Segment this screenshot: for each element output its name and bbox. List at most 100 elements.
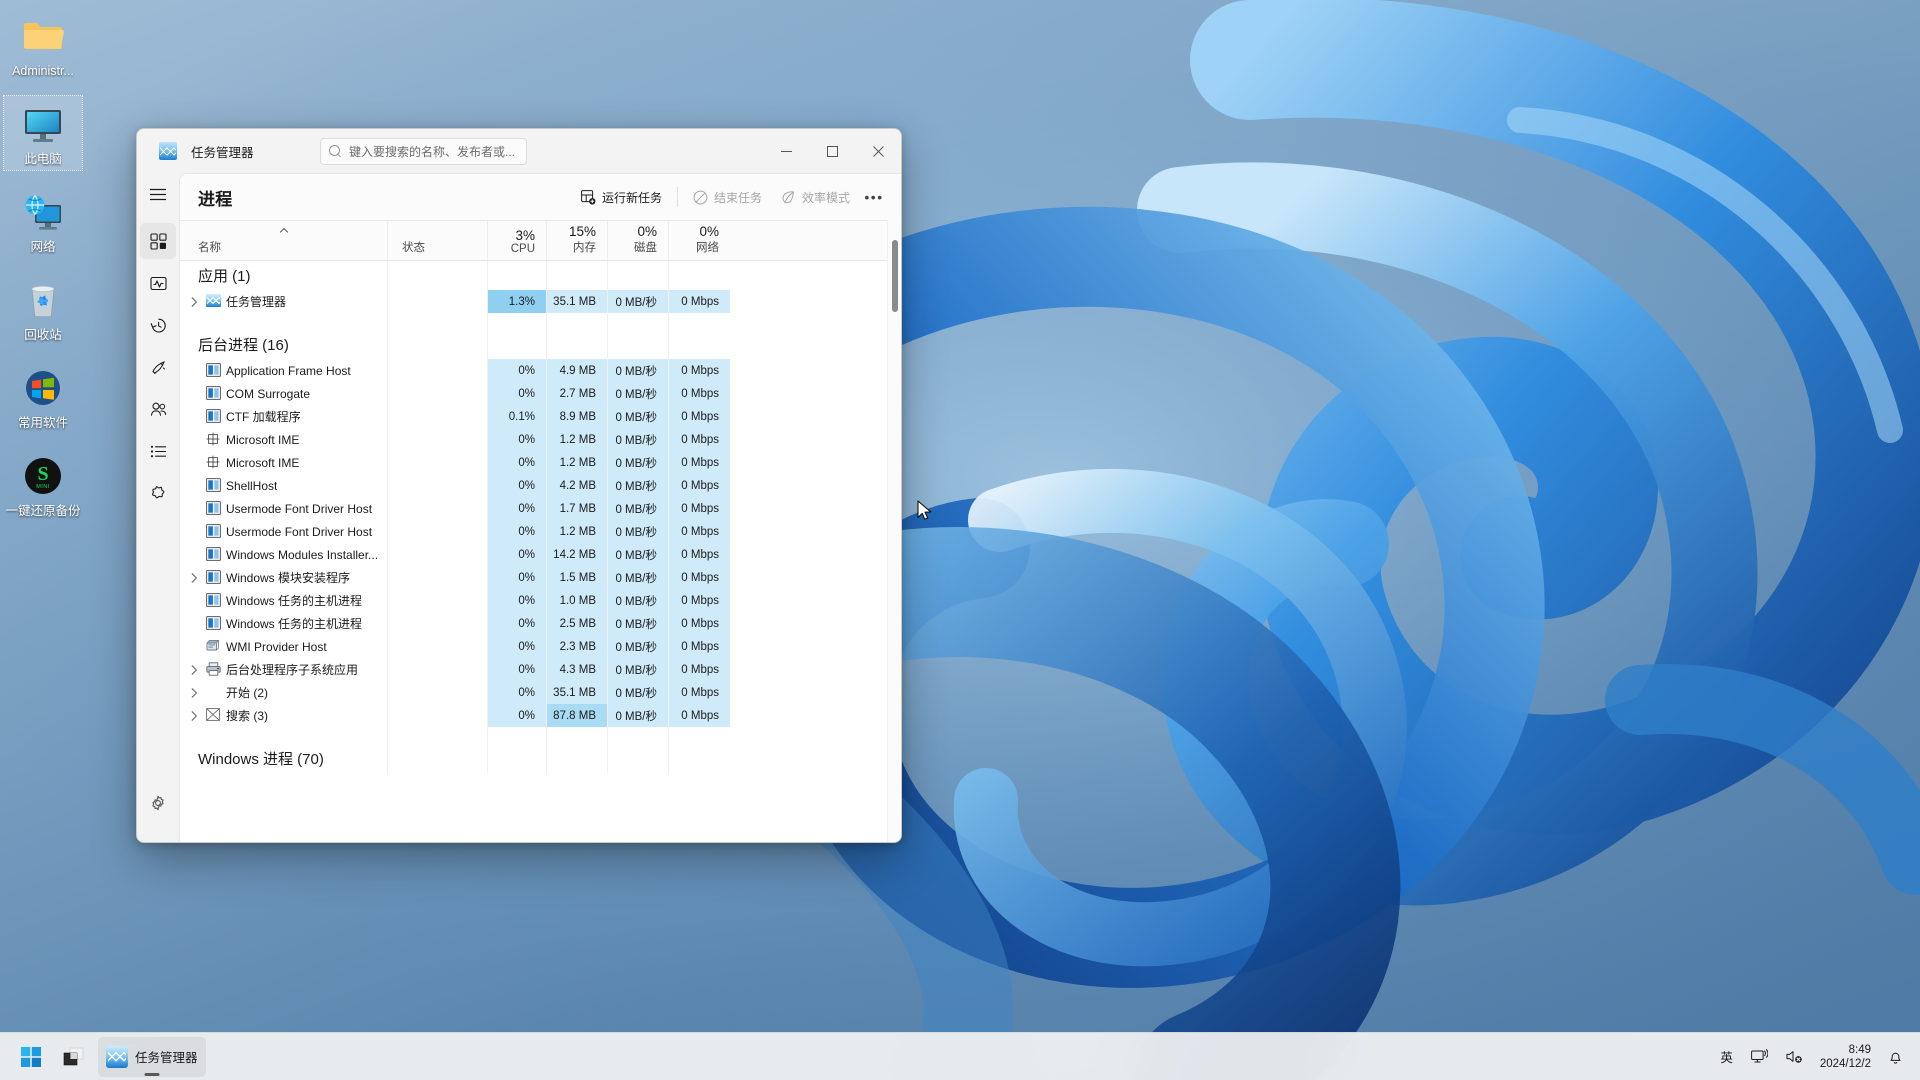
sidebar-item-menu[interactable] (140, 176, 176, 212)
process-memory-cell: 35.1 MB (547, 290, 608, 313)
desktop-icon-common-software[interactable]: 常用软件 (4, 360, 82, 434)
taskbar-clock[interactable]: 8:49 2024/12/2 (1814, 1043, 1877, 1071)
process-disk-cell: 0 MB/秒 (608, 635, 669, 658)
network-tray-icon[interactable] (1744, 1039, 1775, 1075)
column-header-status[interactable]: 状态 (388, 221, 488, 260)
expand-chevron-icon[interactable] (188, 710, 201, 721)
table-row[interactable]: Windows 任务的主机进程 0% 2.5 MB 0 MB/秒 0 Mbps (180, 612, 887, 635)
table-row[interactable]: Windows 任务的主机进程 0% 1.0 MB 0 MB/秒 0 Mbps (180, 589, 887, 612)
task-manager-window[interactable]: 任务管理器 键入要搜索的名称、发布者或... 进程 运行新任务 结束任务 效率模… (136, 128, 902, 843)
desktop-icon-one-key-restore[interactable]: S MINI 一键还原备份 (4, 448, 82, 522)
leaf-icon (782, 190, 794, 203)
column-header-name[interactable]: 名称 (180, 221, 388, 260)
sidebar-item-startup-apps[interactable] (140, 349, 176, 385)
process-name-label: Windows 任务的主机进程 (226, 617, 363, 631)
efficiency-mode-button[interactable]: 效率模式 (771, 182, 859, 212)
spacer-cell-disk (608, 313, 669, 330)
network-total-percent: 0% (699, 224, 719, 239)
sidebar-item-details[interactable] (140, 433, 176, 469)
process-network-cell: 0 Mbps (669, 382, 730, 405)
taskbar-task-view-button[interactable] (54, 1037, 94, 1077)
process-name-cell: Usermode Font Driver Host (180, 520, 388, 543)
search-placeholder: 键入要搜索的名称、发布者或... (349, 145, 516, 159)
performance-icon (149, 276, 167, 290)
taskbar-item-taskmanager[interactable]: 任务管理器 (98, 1036, 206, 1077)
column-header-cpu[interactable]: 3% CPU (488, 221, 547, 260)
table-row[interactable]: 搜索 (3) 0% 87.8 MB 0 MB/秒 0 Mbps (180, 704, 887, 727)
process-cpu-cell: 0% (488, 589, 547, 612)
spacer-cell-network (669, 727, 730, 744)
desktop-icon-network[interactable]: 网络 (4, 184, 82, 258)
maximize-button[interactable] (809, 129, 855, 173)
group-cell-status (388, 744, 488, 773)
process-name-label: Usermode Font Driver Host (226, 524, 373, 539)
table-row[interactable]: Microsoft IME 0% 1.2 MB 0 MB/秒 0 Mbps (180, 451, 887, 474)
table-row[interactable]: Windows 模块安装程序 0% 1.5 MB 0 MB/秒 0 Mbps (180, 566, 887, 589)
table-row[interactable]: Application Frame Host 0% 4.9 MB 0 MB/秒 0 Mb… (180, 359, 887, 382)
sidebar-item-performance[interactable] (140, 265, 176, 301)
expand-chevron-icon[interactable] (188, 572, 201, 583)
taskbar-start-button[interactable] (12, 1037, 50, 1077)
desktop-icon-administrator[interactable]: Administr... (4, 8, 82, 82)
cpu-total-percent: 3% (515, 228, 535, 243)
table-header-row: 名称 状态 3% CPU 15% 内存 0% 磁盘 0% 网络 (180, 220, 887, 261)
more-options-button[interactable]: ••• (859, 182, 889, 212)
sidebar-item-app-history[interactable] (140, 307, 176, 343)
process-cpu-cell: 0% (488, 359, 547, 382)
process-group-header: 后台进程 (16) (180, 330, 887, 359)
table-row[interactable]: 后台处理程序子系统应用 0% 4.3 MB 0 MB/秒 0 Mbps (180, 658, 887, 681)
desktop-icon-this-pc[interactable]: 此电脑 (3, 95, 83, 171)
notification-bell-icon[interactable] (1881, 1039, 1910, 1075)
column-header-disk[interactable]: 0% 磁盘 (608, 221, 669, 260)
process-group-header: 应用 (1) (180, 261, 887, 290)
volume-muted-icon[interactable] (1779, 1039, 1810, 1075)
sidebar-item-services[interactable] (140, 475, 176, 511)
ime-indicator[interactable]: 英 (1713, 1039, 1740, 1075)
run-new-task-button[interactable]: 运行新任务 (572, 182, 671, 212)
table-row[interactable]: ShellHost 0% 4.2 MB 0 MB/秒 0 Mbps (180, 474, 887, 497)
desktop-icon-recycle-bin[interactable]: 回收站 (4, 272, 82, 346)
search-input[interactable]: 键入要搜索的名称、发布者或... (320, 138, 527, 165)
expand-chevron-icon[interactable] (188, 296, 201, 307)
end-task-button[interactable]: 结束任务 (684, 182, 771, 212)
process-name-label: Usermode Font Driver Host (226, 501, 373, 516)
table-row[interactable]: Usermode Font Driver Host 0% 1.2 MB 0 MB/秒 0… (180, 520, 887, 543)
memory-total-percent: 15% (568, 224, 596, 239)
expand-chevron-icon[interactable] (188, 664, 201, 675)
group-cell-cpu (488, 744, 547, 773)
close-button[interactable] (855, 129, 901, 173)
table-row[interactable]: CTF 加载程序 0.1% 8.9 MB 0 MB/秒 0 Mbps (180, 405, 887, 428)
wmi-icon (206, 639, 221, 654)
spacer-cell-status (388, 727, 488, 744)
process-group-header: Windows 进程 (70) (180, 744, 887, 773)
process-memory-cell: 35.1 MB (547, 681, 608, 704)
process-name-cell: ShellHost (180, 474, 388, 497)
table-row[interactable]: Usermode Font Driver Host 0% 1.7 MB 0 MB/秒 0… (180, 497, 887, 520)
column-header-memory[interactable]: 15% 内存 (547, 221, 608, 260)
table-row[interactable]: WMI Provider Host 0% 2.3 MB 0 MB/秒 0 Mbps (180, 635, 887, 658)
table-row[interactable]: Microsoft IME 0% 1.2 MB 0 MB/秒 0 Mbps (180, 428, 887, 451)
process-memory-cell: 2.5 MB (547, 612, 608, 635)
process-status-cell (388, 566, 488, 589)
window-titlebar[interactable]: 任务管理器 键入要搜索的名称、发布者或... (137, 129, 901, 173)
scrollbar-thumb[interactable] (892, 240, 898, 312)
process-memory-cell: 87.8 MB (547, 704, 608, 727)
vertical-scrollbar[interactable] (887, 220, 901, 842)
sidebar-item-users[interactable] (140, 391, 176, 427)
table-row[interactable]: COM Surrogate 0% 2.7 MB 0 MB/秒 0 Mbps (180, 382, 887, 405)
column-header-network[interactable]: 0% 网络 (669, 221, 730, 260)
sidebar-item-settings[interactable] (140, 785, 176, 821)
spacer-cell-network (669, 313, 730, 330)
table-row[interactable]: 任务管理器 1.3% 35.1 MB 0 MB/秒 0 Mbps (180, 290, 887, 313)
process-cpu-cell: 0.1% (488, 405, 547, 428)
taskmgr-icon (206, 294, 221, 309)
table-row[interactable]: 开始 (2) 0% 35.1 MB 0 MB/秒 0 Mbps (180, 681, 887, 704)
group-cell-status (388, 330, 488, 359)
table-row[interactable]: Windows Modules Installer... 0% 14.2 MB 0 M… (180, 543, 887, 566)
process-name-label: Microsoft IME (226, 455, 300, 470)
minimize-button[interactable] (763, 129, 809, 173)
sidebar-item-processes[interactable] (140, 223, 176, 259)
process-status-cell (388, 290, 488, 313)
expand-chevron-icon[interactable] (188, 687, 201, 698)
process-cpu-cell: 0% (488, 382, 547, 405)
